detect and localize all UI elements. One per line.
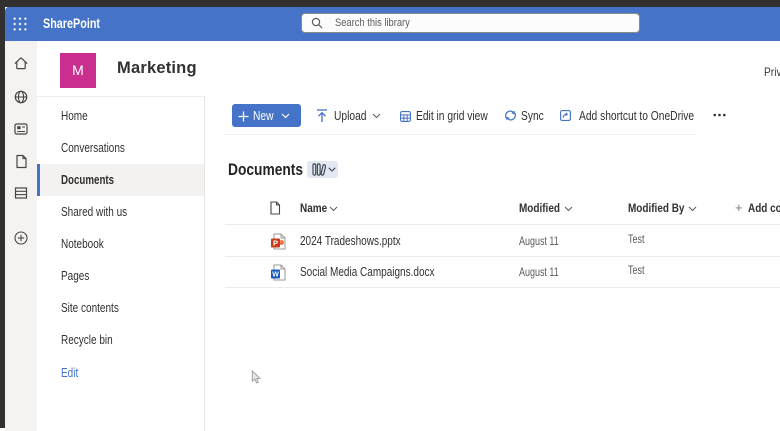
svg-text:W: W (272, 272, 279, 279)
svg-text:P: P (273, 239, 278, 248)
